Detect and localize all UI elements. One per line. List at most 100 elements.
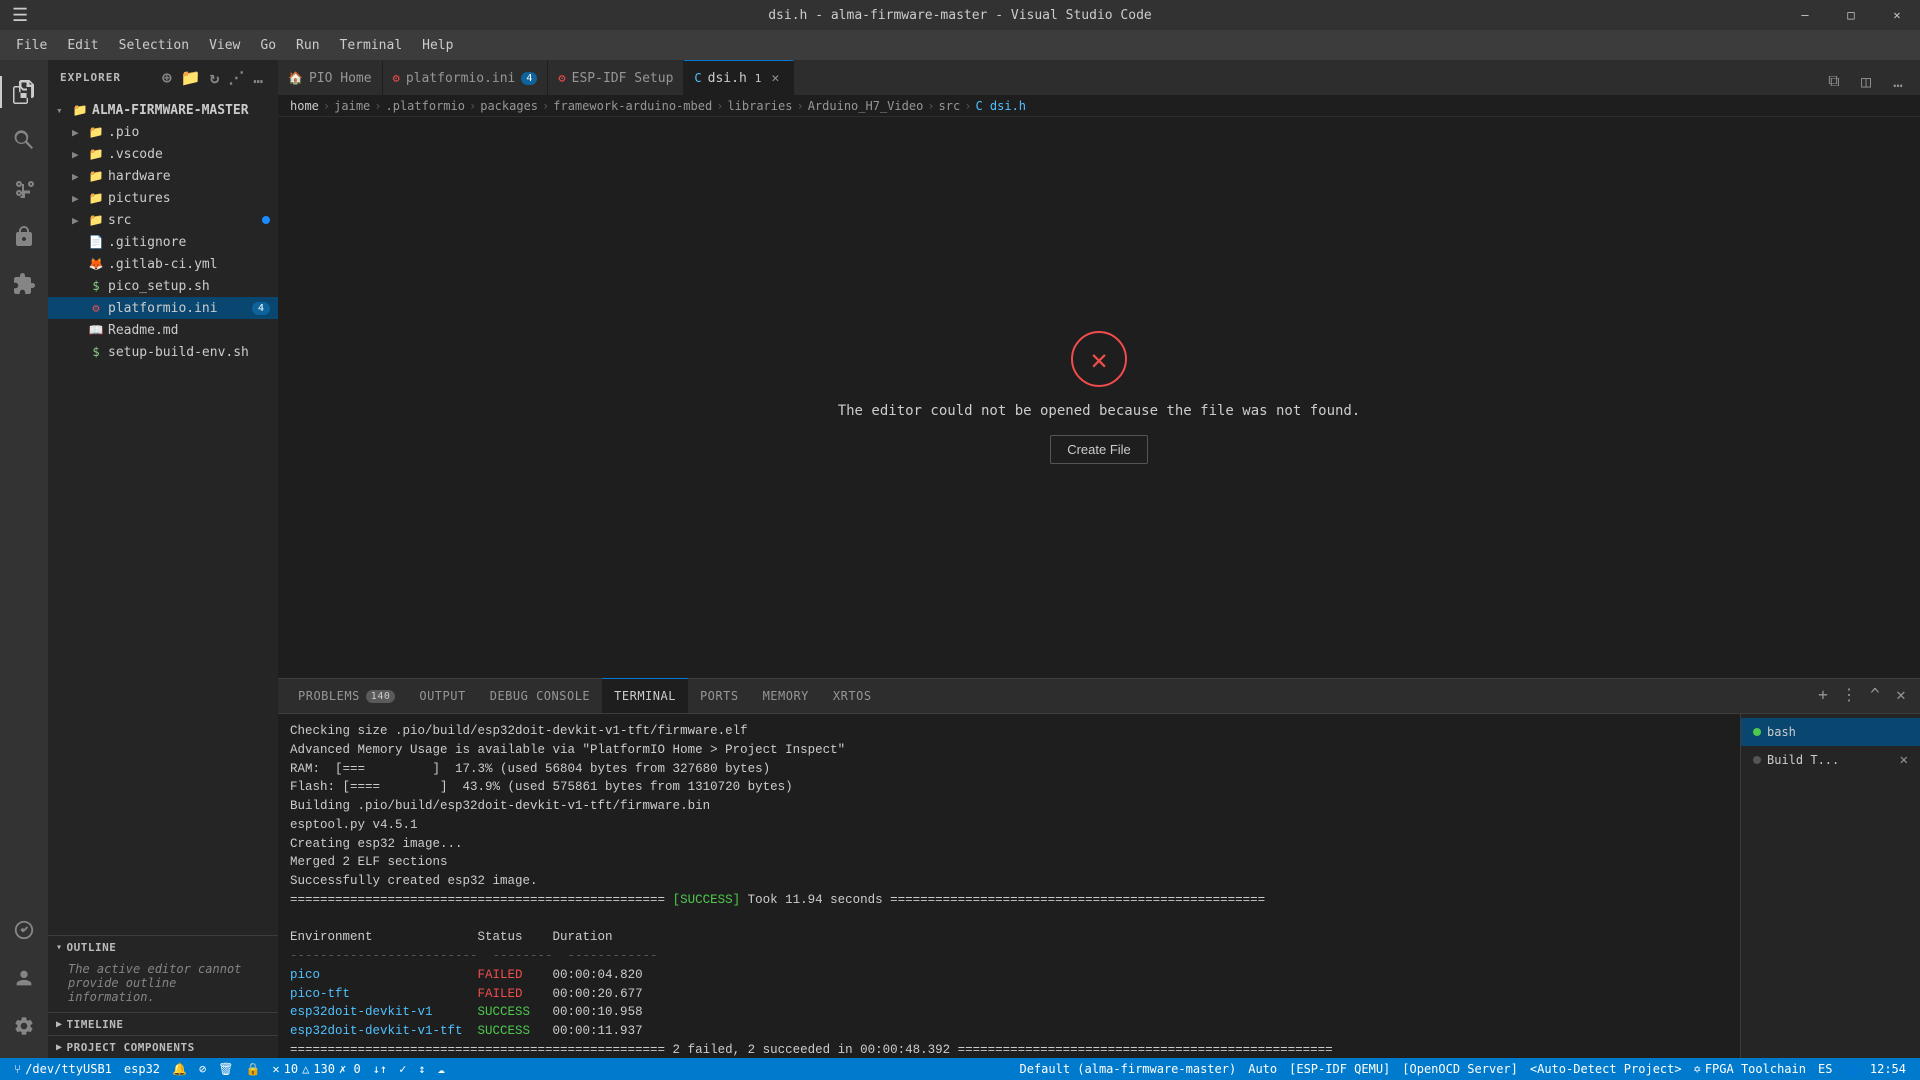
terminal-tab-problems[interactable]: PROBLEMS 140 <box>286 678 407 713</box>
breadcrumb-framework[interactable]: framework-arduino-mbed <box>553 99 712 113</box>
status-trash-icon[interactable]: 🗑 <box>212 1058 239 1080</box>
terminal-tab-memory[interactable]: MEMORY <box>751 678 821 713</box>
menu-hamburger-icon[interactable]: ☰ <box>12 5 28 26</box>
panel-bash[interactable]: bash <box>1741 718 1920 746</box>
term-line-header: Environment Status Duration <box>290 928 1728 947</box>
new-folder-button[interactable]: 📁 <box>179 66 204 89</box>
tab-dsi-h[interactable]: C dsi.h 1 ✕ <box>684 60 794 95</box>
status-cloud[interactable]: ☁ <box>432 1058 451 1080</box>
create-file-button[interactable]: Create File <box>1050 435 1148 464</box>
terminal-tab-terminal[interactable]: TERMINAL <box>602 678 688 713</box>
more-options-button[interactable]: … <box>251 66 266 89</box>
status-esp-idf-qemu[interactable]: [ESP-IDF QEMU] <box>1283 1058 1396 1080</box>
build-close-button[interactable]: ✕ <box>1900 752 1908 768</box>
tree-item-pico-setup[interactable]: ▶ $ pico_setup.sh <box>48 275 278 297</box>
term-line-3: RAM: [=== ] 17.3% (used 56804 bytes from… <box>290 760 1728 779</box>
terminal-tab-debug-console[interactable]: DEBUG CONSOLE <box>478 678 602 713</box>
collapse-all-button[interactable]: ⋰ <box>226 66 247 89</box>
account-icon[interactable] <box>0 954 48 1002</box>
breadcrumb-arduino-h7[interactable]: Arduino_H7_Video <box>808 99 924 113</box>
build-label: Build T... <box>1767 753 1839 767</box>
maximize-terminal-button[interactable]: ^ <box>1864 683 1886 705</box>
status-fpga-toolchain[interactable]: ✡ FPGA Toolchain <box>1688 1058 1812 1080</box>
terminal-main[interactable]: Checking size .pio/build/esp32doit-devki… <box>278 714 1740 1058</box>
split-editor-button[interactable]: ◫ <box>1852 67 1880 95</box>
main-layout: EXPLORER ⊕ 📁 ↻ ⋰ … ▾ 📁 ALMA-FIRMWARE-MAS… <box>0 60 1920 1058</box>
breadcrumb-dsi-h[interactable]: C dsi.h <box>975 99 1026 113</box>
status-auto[interactable]: Auto <box>1242 1058 1283 1080</box>
status-lock-icon[interactable]: 🔒 <box>239 1058 266 1080</box>
maximize-button[interactable]: □ <box>1828 0 1874 30</box>
menu-go[interactable]: Go <box>252 34 284 57</box>
terminal-tab-xrtos[interactable]: XRTOS <box>821 678 884 713</box>
close-button[interactable]: ✕ <box>1874 0 1920 30</box>
terminal-tab-output[interactable]: OUTPUT <box>407 678 477 713</box>
minimize-button[interactable]: – <box>1782 0 1828 30</box>
tab-dsi-close-button[interactable]: ✕ <box>767 70 783 86</box>
status-bluetooth[interactable]: ⬤ <box>1838 1058 1863 1080</box>
terminal-tab-ports[interactable]: PORTS <box>688 678 751 713</box>
tree-item-hardware[interactable]: ▶ 📁 hardware <box>48 165 278 187</box>
menu-edit[interactable]: Edit <box>59 34 106 57</box>
tree-item-platformio-ini[interactable]: ▶ ⚙ platformio.ini 4 <box>48 297 278 319</box>
tree-item-gitignore[interactable]: ▶ 📄 .gitignore <box>48 231 278 253</box>
menu-help[interactable]: Help <box>414 34 461 57</box>
new-terminal-button[interactable]: + <box>1812 683 1834 705</box>
status-arrows[interactable]: ↓↑ <box>367 1058 393 1080</box>
tree-item-pio[interactable]: ▶ 📁 .pio <box>48 121 278 143</box>
refresh-button[interactable]: ↻ <box>208 66 223 89</box>
close-terminal-panel-button[interactable]: ✕ <box>1890 683 1912 705</box>
tab-platformio-ini[interactable]: ⚙ platformio.ini 4 <box>383 60 549 95</box>
tree-item-src[interactable]: ▶ 📁 src <box>48 209 278 231</box>
search-icon[interactable] <box>0 116 48 164</box>
extensions-icon[interactable] <box>0 260 48 308</box>
status-branch[interactable]: ⑂ /dev/ttyUSB1 <box>8 1058 118 1080</box>
menu-run[interactable]: Run <box>288 34 327 57</box>
status-updown[interactable]: ↕ <box>412 1058 431 1080</box>
run-debug-icon[interactable] <box>0 212 48 260</box>
breadcrumb-packages[interactable]: packages <box>480 99 538 113</box>
menu-selection[interactable]: Selection <box>111 34 197 57</box>
settings-icon[interactable] <box>0 1002 48 1050</box>
status-language[interactable]: ES <box>1812 1058 1838 1080</box>
tree-item-pictures[interactable]: ▶ 📁 pictures <box>48 187 278 209</box>
panel-build[interactable]: Build T... ✕ <box>1741 746 1920 774</box>
tab-pio-home[interactable]: 🏠 PIO Home <box>278 60 383 95</box>
status-errors-warnings[interactable]: ✕ 10 △ 130 ✗ 0 <box>266 1058 366 1080</box>
breadcrumb-home[interactable]: home <box>290 99 319 113</box>
breadcrumb-libraries[interactable]: libraries <box>727 99 792 113</box>
status-board[interactable]: esp32 <box>118 1058 166 1080</box>
tree-item-setup-build-env[interactable]: ▶ $ setup-build-env.sh <box>48 341 278 363</box>
tree-item-vscode[interactable]: ▶ 📁 .vscode <box>48 143 278 165</box>
tree-item-readme[interactable]: ▶ 📖 Readme.md <box>48 319 278 341</box>
status-default-config[interactable]: Default (alma-firmware-master) <box>1013 1058 1242 1080</box>
platformio-icon[interactable] <box>0 906 48 954</box>
status-time[interactable]: 12:54 <box>1864 1058 1912 1080</box>
breadcrumb-jaime[interactable]: jaime <box>334 99 370 113</box>
status-notification-bell[interactable]: 🔔 <box>166 1058 193 1080</box>
editor-layout-button[interactable]: ⧉ <box>1820 67 1848 95</box>
more-actions-button[interactable]: … <box>1884 67 1912 95</box>
new-file-button[interactable]: ⊕ <box>160 66 175 89</box>
status-openocd-server[interactable]: [OpenOCD Server] <box>1396 1058 1524 1080</box>
menu-terminal[interactable]: Terminal <box>332 34 411 57</box>
tab-esp-idf[interactable]: ⚙ ESP-IDF Setup <box>548 60 684 95</box>
window-title: dsi.h - alma-firmware-master - Visual St… <box>768 8 1152 23</box>
status-checkmark[interactable]: ✓ <box>393 1058 412 1080</box>
breadcrumb-src[interactable]: src <box>939 99 961 113</box>
status-block-icon[interactable]: ⊘ <box>193 1058 212 1080</box>
tree-item-gitlab-ci[interactable]: ▶ 🦊 .gitlab-ci.yml <box>48 253 278 275</box>
menu-view[interactable]: View <box>201 34 248 57</box>
tree-folder-root[interactable]: ▾ 📁 ALMA-FIRMWARE-MASTER <box>48 99 278 121</box>
project-components-header[interactable]: ▶ PROJECT COMPONENTS <box>48 1036 278 1058</box>
fpga-icon: ✡ <box>1694 1062 1701 1076</box>
split-terminal-button[interactable]: ⋮ <box>1838 683 1860 705</box>
menu-file[interactable]: File <box>8 34 55 57</box>
breadcrumb-platformio[interactable]: .platformio <box>386 99 465 113</box>
source-control-icon[interactable] <box>0 164 48 212</box>
outline-header[interactable]: ▾ OUTLINE <box>48 936 278 958</box>
explorer-icon[interactable] <box>0 68 48 116</box>
status-auto-detect-project[interactable]: <Auto-Detect Project> <box>1524 1058 1688 1080</box>
timeline-header[interactable]: ▶ TIMELINE <box>48 1013 278 1035</box>
item-name-pictures: pictures <box>108 191 278 206</box>
